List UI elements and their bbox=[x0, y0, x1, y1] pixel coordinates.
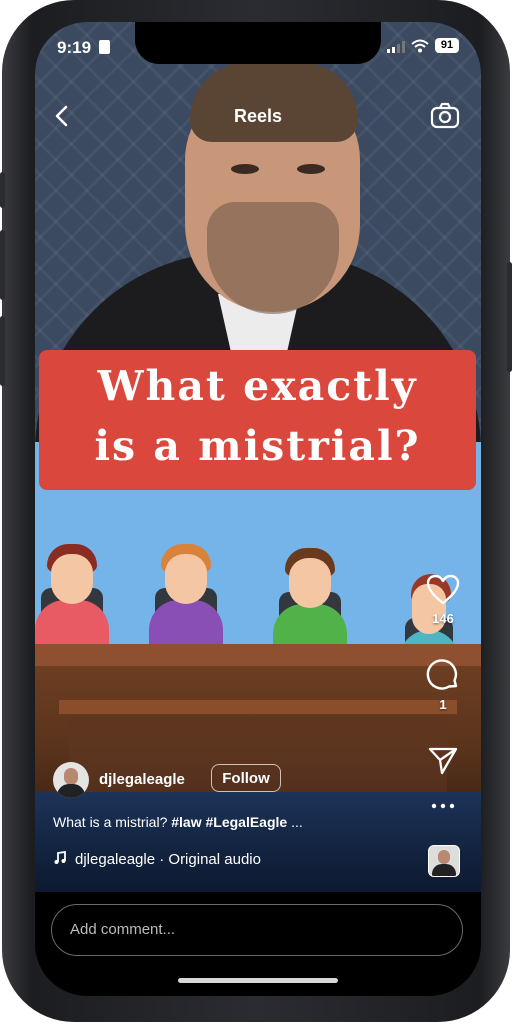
more-options-action[interactable] bbox=[421, 798, 465, 816]
juror-2 bbox=[149, 536, 223, 648]
mute-switch bbox=[0, 172, 5, 208]
jury-box-plank bbox=[59, 700, 457, 714]
status-bar: 9:19 91 bbox=[35, 22, 481, 64]
more-dots-icon[interactable] bbox=[428, 801, 458, 811]
comment-placeholder: Add comment... bbox=[70, 921, 176, 938]
juror-1 bbox=[35, 536, 109, 648]
camera-icon[interactable] bbox=[429, 100, 461, 132]
home-indicator[interactable] bbox=[178, 978, 338, 983]
status-time: 9:19 bbox=[57, 38, 92, 57]
like-count: 146 bbox=[432, 611, 454, 626]
music-note-icon bbox=[54, 850, 66, 864]
screen: What exactly is a mistrial? 9:19 91 Reel… bbox=[35, 22, 481, 996]
send-paper-plane-icon[interactable] bbox=[427, 744, 459, 776]
juror-3 bbox=[273, 540, 347, 652]
volume-down-button bbox=[0, 316, 5, 386]
power-button bbox=[507, 262, 512, 372]
notch bbox=[135, 22, 381, 64]
id-card-icon bbox=[99, 40, 110, 54]
jury-box-rail bbox=[35, 644, 481, 666]
like-action[interactable]: 146 bbox=[421, 574, 465, 626]
heart-icon[interactable] bbox=[426, 574, 460, 606]
caption-text: What is a mistrial? bbox=[53, 814, 168, 830]
comment-input[interactable]: Add comment... bbox=[51, 904, 463, 956]
audio-thumbnail[interactable] bbox=[428, 845, 460, 877]
reel-caption[interactable]: What is a mistrial? #law #LegalEagle ... bbox=[53, 814, 303, 830]
reel-video[interactable]: What exactly is a mistrial? bbox=[35, 22, 481, 892]
audio-label: djlegaleagle · Original audio bbox=[75, 851, 261, 868]
avatar[interactable] bbox=[53, 762, 89, 798]
audio-row[interactable]: djlegaleagle · Original audio bbox=[53, 850, 261, 868]
comment-action[interactable]: 1 bbox=[421, 658, 465, 712]
comment-bubble-icon[interactable] bbox=[426, 658, 460, 692]
banner-line-2: is a mistrial? bbox=[94, 422, 421, 470]
page-title: Reels bbox=[233, 106, 283, 126]
caption-more[interactable]: ... bbox=[291, 814, 303, 830]
cellular-signal-icon bbox=[387, 41, 405, 53]
comment-count: 1 bbox=[439, 697, 447, 712]
share-action[interactable] bbox=[421, 744, 465, 781]
title-banner-text: What exactly is a mistrial? bbox=[39, 356, 476, 476]
phone-frame: What exactly is a mistrial? 9:19 91 Reel… bbox=[0, 0, 512, 1022]
wifi-icon bbox=[411, 39, 429, 53]
follow-button[interactable]: Follow bbox=[211, 764, 281, 792]
presenter-eye-left bbox=[231, 164, 259, 174]
caption-hashtags[interactable]: #law #LegalEagle bbox=[171, 814, 287, 830]
presenter-eye-right bbox=[297, 164, 325, 174]
battery-indicator: 91 bbox=[435, 38, 459, 53]
banner-line-1: What exactly bbox=[97, 362, 418, 410]
author-username[interactable]: djlegaleagle bbox=[99, 771, 185, 788]
presenter-hair bbox=[190, 62, 358, 142]
volume-up-button bbox=[0, 230, 5, 300]
